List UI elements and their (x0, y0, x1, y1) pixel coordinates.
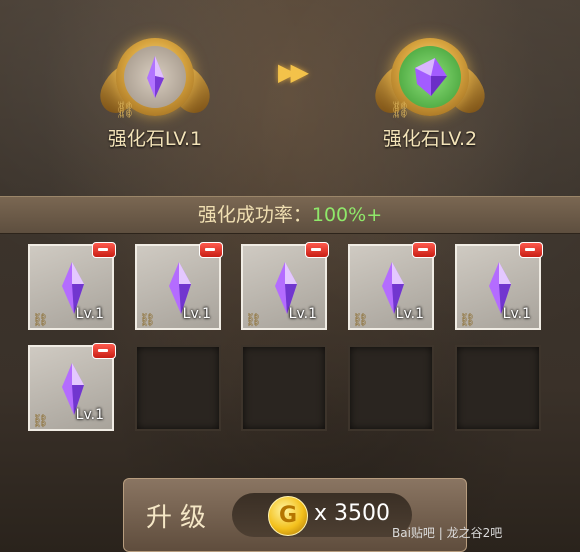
material-slot[interactable]: ⛓ Lv.1 (348, 242, 436, 330)
remove-button[interactable] (412, 242, 436, 258)
chain-icon: ⛓ (459, 313, 476, 328)
chain-icon: ⛓ (390, 100, 411, 119)
remove-button[interactable] (92, 242, 116, 258)
gem-icon (415, 58, 447, 96)
empty-slot[interactable] (455, 345, 541, 431)
upgrade-label: 升级 (146, 503, 215, 533)
slot-level: Lv.1 (75, 407, 104, 423)
chain-icon: ⛓ (32, 414, 49, 429)
chain-icon: ⛓ (32, 313, 49, 328)
gold-coin-icon: G (268, 496, 308, 536)
chain-icon: ⛓ (352, 313, 369, 328)
empty-slot[interactable] (241, 345, 327, 431)
remove-button[interactable] (92, 343, 116, 359)
slot-level: Lv.1 (75, 306, 104, 322)
medal-inner (399, 46, 461, 108)
watermark: Bai贴吧 | 龙之谷2吧 (392, 526, 503, 540)
chain-icon: ⛓ (245, 313, 262, 328)
material-slot[interactable]: ⛓ Lv.1 (28, 343, 116, 431)
slot-level: Lv.1 (288, 306, 317, 322)
cost-pill: G x 3500 (232, 493, 412, 537)
remove-button[interactable] (519, 242, 543, 258)
target-item-label: 强化石LV.2 (382, 128, 478, 150)
success-rate-label: 强化成功率： (197, 204, 312, 226)
double-arrow-icon: ▶▶ (278, 58, 309, 86)
material-slot[interactable]: ⛓ Lv.1 (241, 242, 329, 330)
medal-inner (124, 46, 186, 108)
chain-icon: ⛓ (115, 100, 136, 119)
chain-icon: ⛓ (139, 313, 156, 328)
upgrade-cost: x 3500 (314, 501, 391, 526)
empty-slot[interactable] (348, 345, 434, 431)
remove-button[interactable] (199, 242, 223, 258)
success-rate-bar: 强化成功率：100%+ (0, 196, 580, 234)
material-slot[interactable]: ⛓ Lv.1 (28, 242, 116, 330)
remove-button[interactable] (305, 242, 329, 258)
source-item-label: 强化石LV.1 (107, 128, 203, 150)
slot-level: Lv.1 (182, 306, 211, 322)
slot-level: Lv.1 (395, 306, 424, 322)
material-slot[interactable]: ⛓ Lv.1 (135, 242, 223, 330)
gem-icon (147, 56, 164, 98)
target-item-medal[interactable]: ⛓ (369, 18, 491, 128)
empty-slot[interactable] (135, 345, 221, 431)
source-item-medal[interactable]: ⛓ (94, 18, 216, 128)
success-rate-value: 100%+ (311, 204, 383, 226)
material-slot[interactable]: ⛓ Lv.1 (455, 242, 543, 330)
slot-level: Lv.1 (502, 306, 531, 322)
